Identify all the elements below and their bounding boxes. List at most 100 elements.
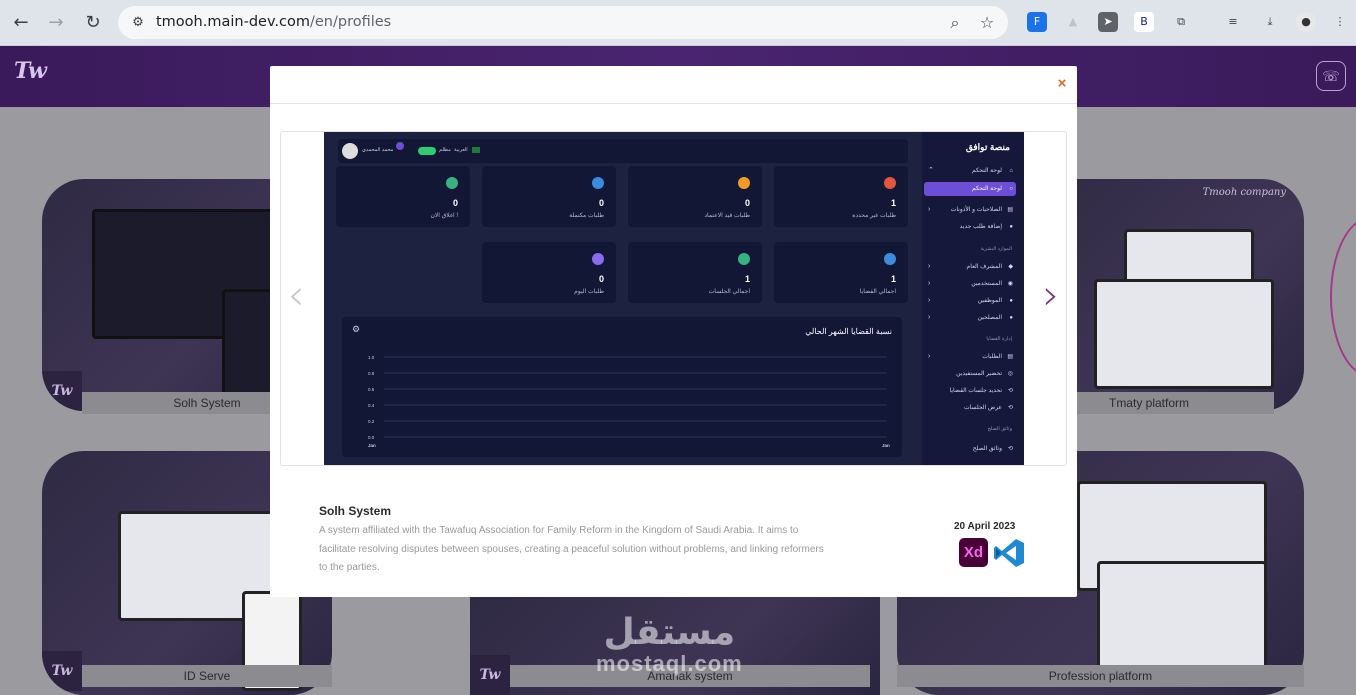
chevron-icon: ⌃: [928, 167, 934, 174]
stat-label: طلبات اليوم: [574, 289, 604, 295]
stat-icon: [884, 177, 896, 189]
stat-card: 1 طلبات غير محددة: [774, 166, 908, 227]
sidebar-item[interactable]: الصلاحيات و الأذونات ▤ ›: [924, 203, 1016, 217]
sidebar-item[interactable]: الموظفين ● ›: [924, 294, 1016, 308]
stat-value: 0: [598, 198, 604, 208]
sidebar-item-icon: ⌂: [1009, 168, 1013, 174]
y-tick-label: 0.8: [368, 371, 375, 376]
sidebar-item[interactable]: المشرف العام ◆ ›: [924, 260, 1016, 274]
stat-card: 1 اجمالي القضايا: [774, 242, 908, 303]
carousel-next-icon[interactable]: ›: [1038, 272, 1064, 322]
chevron-icon: ›: [928, 263, 931, 270]
card-mock-laptop: [1094, 279, 1274, 389]
image-carousel: ‹ › محمد المحمدي مظلم العربية 1 طلبات غير…: [280, 131, 1067, 466]
stat-value: 0: [452, 198, 458, 208]
stat-card: 0 طلبات قيد الاعتماد: [628, 166, 762, 227]
sidebar-section-title: الموارد البشرية: [980, 246, 1012, 252]
x-tick-label: Jan: [368, 443, 376, 448]
sidebar-item[interactable]: المصلحين ● ›: [924, 311, 1016, 325]
site-logo[interactable]: Tw: [14, 58, 47, 84]
site-info-icon[interactable]: ⚙: [127, 12, 149, 34]
chart-plot: 1.0 0.8 0.6 0.4 0.2 0.0 Jan Jan: [368, 355, 890, 448]
address-bar[interactable]: ⚙ tmooh.main-dev.com/en/profiles ⌕ ☆: [118, 6, 1008, 39]
modal-divider: [270, 103, 1077, 104]
forward-icon[interactable]: →: [44, 11, 68, 35]
translate-extension-icon[interactable]: F: [1027, 12, 1047, 32]
sidebar-item-icon: ⟲: [1007, 388, 1013, 394]
cursor-extension-icon[interactable]: ➤: [1098, 12, 1118, 32]
sidebar-item-icon: ◎: [1007, 371, 1013, 377]
card-logo: Tw: [42, 651, 82, 691]
notification-icon[interactable]: [396, 142, 404, 150]
stat-card: 0 طلبات اليوم: [482, 242, 616, 303]
vscode-icon: [994, 539, 1024, 567]
sidebar-item-icon: ◉: [1007, 281, 1013, 287]
star-icon[interactable]: ☆: [976, 12, 998, 34]
gray-extension-icon[interactable]: ▲: [1063, 12, 1083, 32]
x-tick-label: Jan: [882, 443, 890, 448]
sidebar-item[interactable]: لوحة التحكم ⌂ ⌃: [924, 164, 1016, 178]
card-label: Profession platform: [897, 665, 1304, 687]
zoom-icon[interactable]: ⌕: [944, 12, 966, 34]
sidebar-item-icon: ●: [1009, 315, 1013, 321]
sidebar-item-label: المصلحين: [977, 315, 1002, 321]
stat-label: طلبات غير محددة: [852, 213, 896, 219]
back-icon[interactable]: ←: [9, 11, 33, 35]
user-name: محمد المحمدي: [362, 147, 394, 153]
url-path: /en/profiles: [309, 14, 392, 30]
stat-value: 1: [744, 274, 750, 284]
sidebar-item-icon: ●: [1009, 224, 1013, 230]
watermark-latin: mostaql.com: [596, 651, 743, 676]
sidebar-brand: منصة توافق: [965, 142, 1010, 152]
stat-label: اغلاق الان !: [430, 213, 458, 219]
puzzle-icon[interactable]: ⧉: [1171, 12, 1191, 32]
y-tick-label: 0.0: [368, 435, 375, 440]
mode-label: مظلم: [439, 147, 451, 153]
sidebar-item-label: المستخدمين: [971, 281, 1002, 287]
carousel-prev-icon[interactable]: ‹: [283, 272, 309, 322]
stat-label: اجمالي الجلسات: [708, 289, 750, 295]
sidebar-item[interactable]: إضافة طلب جديد ●: [924, 220, 1016, 234]
dashboard-main: محمد المحمدي مظلم العربية 1 طلبات غير محد…: [324, 132, 922, 465]
theme-toggle[interactable]: [418, 147, 436, 155]
menu-kebab-icon[interactable]: ⋮: [1330, 12, 1350, 32]
lang-label[interactable]: العربية: [454, 147, 468, 153]
sidebar-item[interactable]: الطلبات ▤ ›: [924, 350, 1016, 364]
project-title: Solh System: [319, 504, 392, 518]
chat-icon[interactable]: ☏: [1316, 61, 1346, 91]
stat-label: طلبات مكتملة: [569, 213, 604, 219]
sidebar-item[interactable]: المستخدمين ◉ ›: [924, 277, 1016, 291]
sidebar-item[interactable]: لوحة التحكم ○: [924, 182, 1016, 196]
stat-label: طلبات قيد الاعتماد: [704, 213, 750, 219]
stat-value: 1: [890, 274, 896, 284]
sidebar-item-label: وثائق الصلح: [972, 446, 1002, 452]
cases-chart: ⚙ نسبة القضايا الشهر الحالي 1.0 0.8 0.6 0.4…: [342, 317, 902, 457]
profile-avatar-icon[interactable]: ●: [1296, 12, 1316, 32]
sidebar-item[interactable]: عرض الجلسات ⟲: [924, 401, 1016, 415]
stat-label: اجمالي القضايا: [859, 289, 896, 295]
sidebar-item[interactable]: وثائق الصلح ⟲: [924, 442, 1016, 456]
b-extension-icon[interactable]: B: [1134, 12, 1154, 32]
card-mock-laptop: [1097, 561, 1267, 671]
browser-toolbar: ← → ↻ ⚙ tmooh.main-dev.com/en/profiles ⌕…: [0, 0, 1356, 46]
dashboard-sidebar: منصة توافق لوحة التحكم ⌂ ⌃ لوحة التحكم ○ الصل…: [922, 132, 1024, 465]
url-host: tmooh.main-dev.com: [156, 14, 310, 30]
sidebar-section-title: وثائق الصلح: [987, 426, 1012, 432]
sidebar-item-label: المشرف العام: [966, 264, 1002, 270]
url-text[interactable]: tmooh.main-dev.com/en/profiles: [156, 14, 391, 30]
card-logo: Tw: [42, 371, 82, 411]
sidebar-item-icon: ○: [1009, 186, 1013, 192]
stat-icon: [884, 253, 896, 265]
sidebar-item-icon: ⟲: [1007, 405, 1013, 411]
reload-icon[interactable]: ↻: [81, 11, 105, 35]
sidebar-item-label: الطلبات: [982, 354, 1002, 360]
sidebar-item[interactable]: تحضير المستفيدين ◎: [924, 367, 1016, 381]
project-modal: × ‹ › محمد المحمدي مظلم العربية 1 طلبات غ…: [270, 66, 1077, 597]
sidebar-item[interactable]: تحديد جلسات القضايا ⟲: [924, 384, 1016, 398]
media-queue-icon[interactable]: ≡: [1223, 12, 1243, 32]
decorative-arc: [1330, 217, 1356, 377]
close-icon[interactable]: ×: [1055, 76, 1069, 92]
sidebar-item-label: إضافة طلب جديد: [959, 224, 1002, 230]
sidebar-item-label: الموظفين: [977, 298, 1002, 304]
download-icon[interactable]: ⤓: [1260, 12, 1280, 32]
